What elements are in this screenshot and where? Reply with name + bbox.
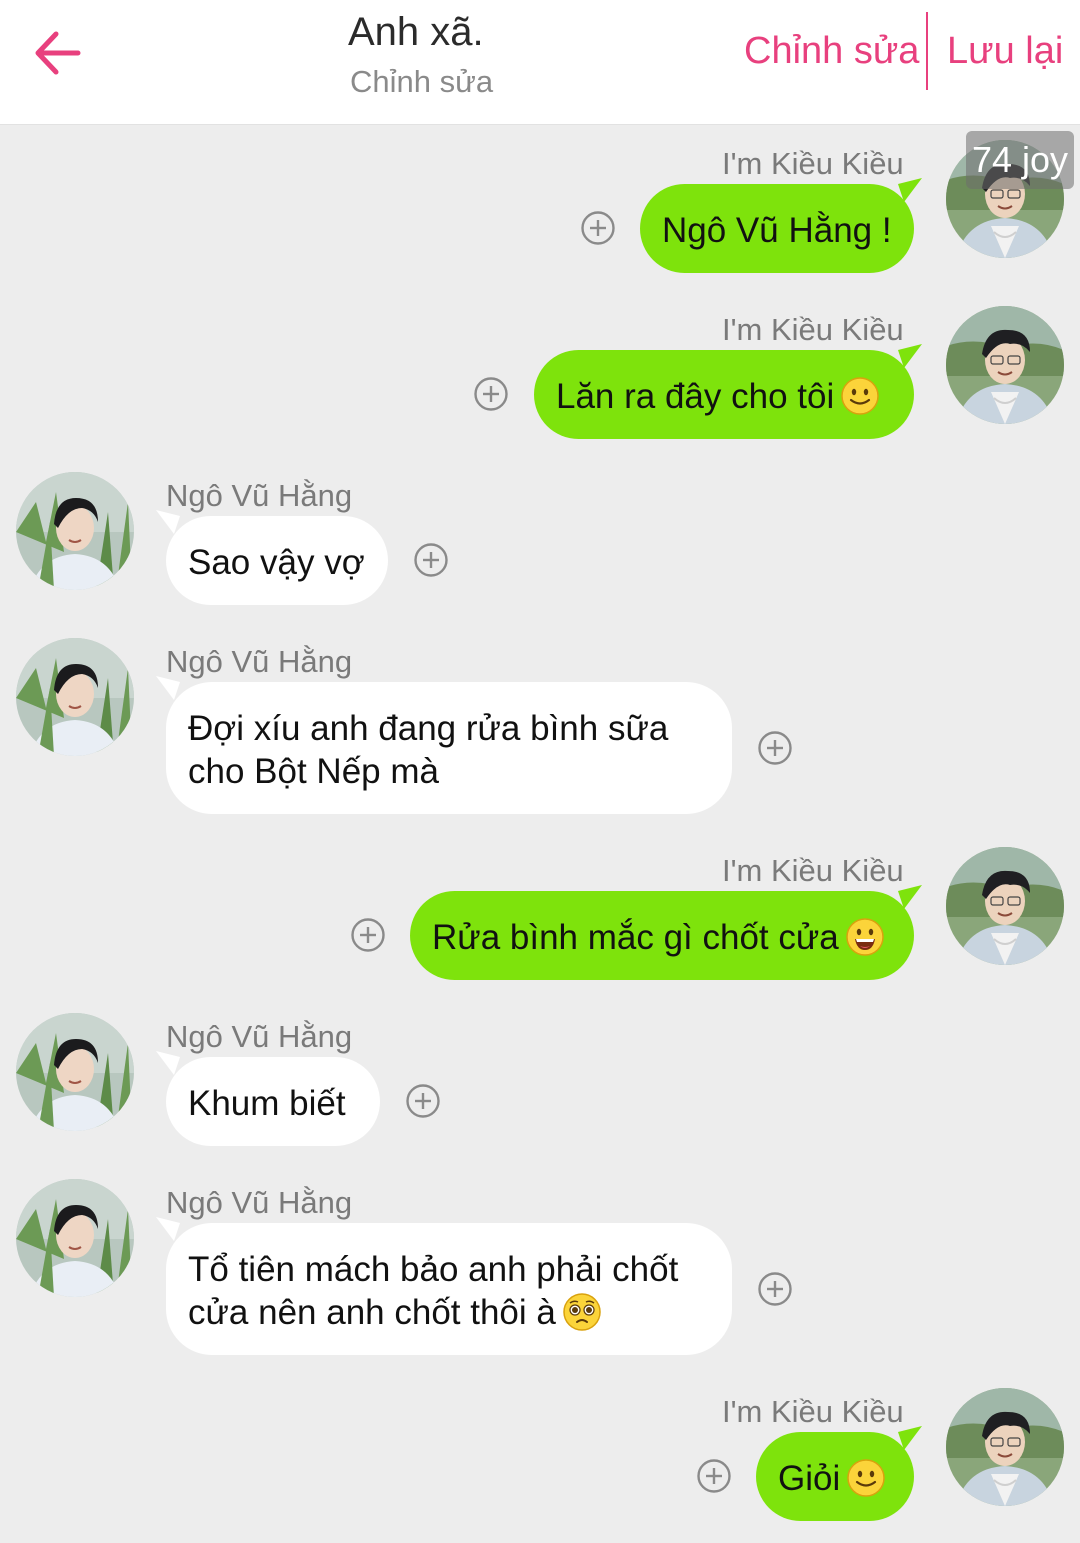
message-text-line: Tổ tiên mách bảo anh phải chốt bbox=[188, 1250, 679, 1289]
add-reaction-icon[interactable] bbox=[413, 542, 449, 578]
avatar[interactable] bbox=[16, 1179, 134, 1297]
message-text: Rửa bình mắc gì chốt cửa bbox=[432, 918, 839, 957]
sender-name: Ngô Vũ Hằng bbox=[166, 1185, 353, 1220]
chat-subtitle: Chỉnh sửa bbox=[350, 64, 494, 99]
add-reaction-icon[interactable] bbox=[473, 376, 509, 412]
message-bubble[interactable]: Sao vậy vợ bbox=[166, 516, 388, 605]
save-button[interactable]: Lưu lại bbox=[947, 30, 1063, 73]
message-text-line: cửa nên anh chốt thôi à bbox=[188, 1293, 556, 1332]
sender-name: Ngô Vũ Hằng bbox=[166, 478, 353, 513]
message-text: Giỏi bbox=[778, 1459, 841, 1498]
edit-button[interactable]: Chỉnh sửa bbox=[744, 30, 919, 73]
chat-header: Anh xã. Chỉnh sửa Chỉnh sửa Lưu lại bbox=[0, 0, 1080, 125]
message-text-line: Đợi xíu anh đang rửa bình sữa bbox=[188, 709, 669, 748]
slight-smile-emoji-icon bbox=[846, 1458, 886, 1498]
header-divider bbox=[926, 12, 928, 90]
sender-name: I'm Kiều Kiều bbox=[722, 146, 904, 181]
message-text: Sao vậy vợ bbox=[188, 543, 365, 582]
avatar[interactable] bbox=[16, 472, 134, 590]
pleading-emoji-icon bbox=[562, 1292, 602, 1332]
avatar[interactable] bbox=[946, 306, 1064, 424]
sender-name: Ngô Vũ Hằng bbox=[166, 1019, 353, 1054]
bubble-tail bbox=[156, 1217, 180, 1241]
add-reaction-icon[interactable] bbox=[580, 210, 616, 246]
bubble-tail bbox=[156, 676, 180, 700]
message-bubble[interactable]: Rửa bình mắc gì chốt cửa bbox=[410, 891, 914, 980]
sender-name: I'm Kiều Kiều bbox=[722, 312, 904, 347]
add-reaction-icon[interactable] bbox=[405, 1083, 441, 1119]
add-reaction-icon[interactable] bbox=[350, 917, 386, 953]
message-text: Khum biết bbox=[188, 1084, 346, 1123]
message-bubble[interactable]: Đợi xíu anh đang rửa bình sữa cho Bột Nế… bbox=[166, 682, 732, 814]
grin-emoji-icon bbox=[845, 917, 885, 957]
message-text-line: cho Bột Nếp mà bbox=[188, 752, 439, 791]
avatar[interactable] bbox=[16, 638, 134, 756]
back-arrow-icon[interactable] bbox=[30, 28, 86, 78]
message-bubble[interactable]: Ngô Vũ Hằng ! bbox=[640, 184, 914, 273]
chat-title: Anh xã. bbox=[348, 10, 484, 54]
sender-name: Ngô Vũ Hằng bbox=[166, 644, 353, 679]
message-text: Lăn ra đây cho tôi bbox=[556, 377, 835, 416]
add-reaction-icon[interactable] bbox=[757, 730, 793, 766]
message-bubble[interactable]: Lăn ra đây cho tôi bbox=[534, 350, 914, 439]
avatar[interactable] bbox=[946, 847, 1064, 965]
reaction-count-badge: 74 joy bbox=[966, 131, 1074, 189]
message-bubble[interactable]: Tổ tiên mách bảo anh phải chốt cửa nên a… bbox=[166, 1223, 732, 1355]
message-bubble[interactable]: Giỏi bbox=[756, 1432, 914, 1521]
slight-smile-emoji-icon bbox=[840, 376, 880, 416]
message-text: Ngô Vũ Hằng ! bbox=[662, 211, 892, 250]
add-reaction-icon[interactable] bbox=[696, 1458, 732, 1494]
avatar[interactable] bbox=[16, 1013, 134, 1131]
sender-name: I'm Kiều Kiều bbox=[722, 1394, 904, 1429]
add-reaction-icon[interactable] bbox=[757, 1271, 793, 1307]
avatar[interactable] bbox=[946, 1388, 1064, 1506]
sender-name: I'm Kiều Kiều bbox=[722, 853, 904, 888]
message-bubble[interactable]: Khum biết bbox=[166, 1057, 380, 1146]
